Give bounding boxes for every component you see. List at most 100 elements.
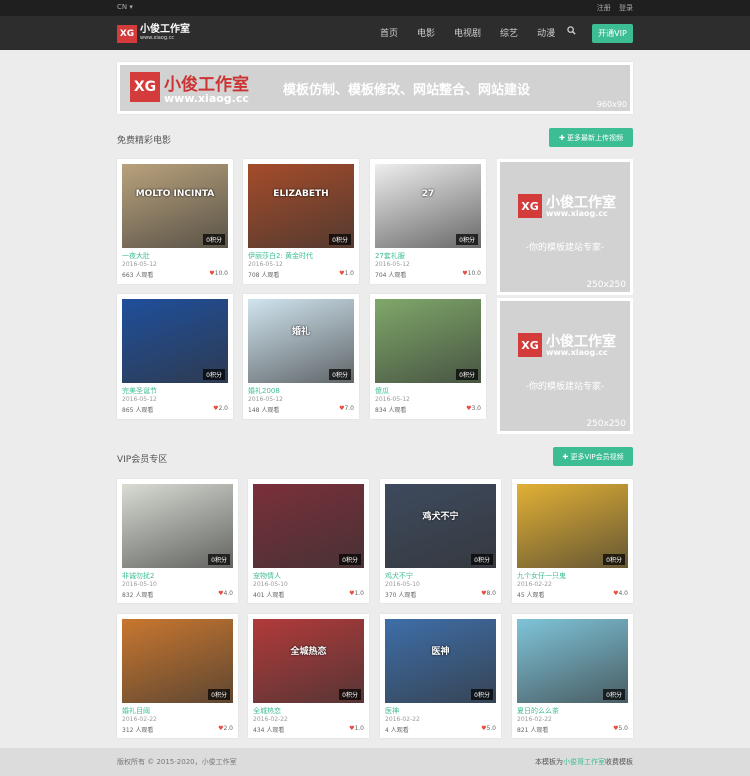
movie-title[interactable]: 宠物情人 xyxy=(253,571,281,581)
points-badge: 0积分 xyxy=(603,554,625,565)
movie-card[interactable]: 0积分 傻瓜 2016-05-12 834 人观看 ♥3.0 xyxy=(370,294,486,419)
movie-poster[interactable]: 0积分 xyxy=(122,619,233,703)
section-title-free: 免费精彩电影 xyxy=(117,136,172,146)
points-badge: 0积分 xyxy=(329,234,351,245)
movie-poster[interactable]: 0积分 xyxy=(517,619,628,703)
movie-title[interactable]: 全城热恋 xyxy=(253,706,281,716)
movie-title[interactable]: 非诚勿扰2 xyxy=(122,571,154,581)
movie-date: 2016-05-10 xyxy=(253,581,288,588)
footer-credit-link[interactable]: 小俊哥工作室 xyxy=(563,758,605,766)
register-link[interactable]: 注册 xyxy=(597,4,611,12)
side-ad-2[interactable]: XG 小俊工作室 www.xiaog.cc -你的模板建站专家- 250x250 xyxy=(497,298,633,434)
movie-title[interactable]: 完美圣诞节 xyxy=(122,386,157,396)
movie-title[interactable]: 婚礼2008 xyxy=(248,386,280,396)
movie-rating: ♥7.0 xyxy=(339,405,354,412)
movie-title[interactable]: 夏日的么么茶 xyxy=(517,706,559,716)
section-title-vip: VIP会员专区 xyxy=(117,455,168,465)
nav-tv[interactable]: 电视剧 xyxy=(454,26,481,39)
movie-views: 434 人观看 xyxy=(253,727,285,734)
movie-rating: ♥1.0 xyxy=(349,590,364,597)
login-link[interactable]: 登录 xyxy=(619,4,633,12)
movie-rating: ♥1.0 xyxy=(349,725,364,732)
movie-card[interactable]: 0积分 完美圣诞节 2016-05-12 865 人观看 ♥2.0 xyxy=(117,294,233,419)
movie-poster[interactable]: 0积分 xyxy=(122,299,228,383)
nav-movies[interactable]: 电影 xyxy=(417,26,435,39)
movie-date: 2016-02-22 xyxy=(517,716,552,723)
movie-card[interactable]: 婚礼 0积分 婚礼2008 2016-05-12 148 人观看 ♥7.0 xyxy=(243,294,359,419)
movie-views: 704 人观看 xyxy=(375,272,407,279)
movie-rating: ♥4.0 xyxy=(218,590,233,597)
movie-card[interactable]: 0积分 夏日的么么茶 2016-02-22 821 人观看 ♥5.0 xyxy=(512,614,633,738)
footer-credit: 本模板为小俊哥工作室收费模板 xyxy=(535,758,633,766)
ad-url: www.xiaog.cc xyxy=(546,209,608,218)
movie-card[interactable]: ELIZABETH 0积分 伊丽莎白2: 黄金时代 2016-05-12 708 人观看… xyxy=(243,159,359,284)
movie-card[interactable]: 0积分 九个女仔一只鬼 2016-02-22 45 人观看 ♥4.0 xyxy=(512,479,633,603)
logo-mark: XG xyxy=(117,25,137,43)
movie-title[interactable]: 鸡犬不宁 xyxy=(385,571,413,581)
points-badge: 0积分 xyxy=(203,369,225,380)
nav-links: 首页 电影 电视剧 综艺 动漫 xyxy=(380,26,574,39)
language-selector[interactable]: CN ▾ xyxy=(117,3,133,11)
points-badge: 0积分 xyxy=(456,234,478,245)
movie-title[interactable]: 27套礼服 xyxy=(375,251,405,261)
movie-date: 2016-05-10 xyxy=(385,581,420,588)
movie-title[interactable]: 伊丽莎白2: 黄金时代 xyxy=(248,251,313,261)
movie-title[interactable]: 医神 xyxy=(385,706,399,716)
movie-poster[interactable]: 27 0积分 xyxy=(375,164,481,248)
banner-url: www.xiaog.cc xyxy=(164,92,249,105)
movie-date: 2016-05-12 xyxy=(248,261,283,268)
movie-poster[interactable]: MOLTO INCINTA 0积分 xyxy=(122,164,228,248)
movie-date: 2016-02-22 xyxy=(122,716,157,723)
nav-variety[interactable]: 综艺 xyxy=(500,26,518,39)
banner-logo-mark: XG xyxy=(130,72,160,102)
points-badge: 0积分 xyxy=(339,554,361,565)
movie-poster[interactable]: 全城热恋 0积分 xyxy=(253,619,364,703)
movie-title[interactable]: 婚礼目阈 xyxy=(122,706,150,716)
movie-poster[interactable]: 0积分 xyxy=(122,484,233,568)
movie-card[interactable]: 0积分 非诚勿扰2 2016-05-10 832 人观看 ♥4.0 xyxy=(117,479,238,603)
movie-poster[interactable]: 医神 0积分 xyxy=(385,619,496,703)
movie-views: 312 人观看 xyxy=(122,727,154,734)
poster-title: 27 xyxy=(421,189,435,200)
movie-title[interactable]: 一夜大肚 xyxy=(122,251,150,261)
movie-poster[interactable]: 0积分 xyxy=(517,484,628,568)
side-ad-1[interactable]: XG 小俊工作室 www.xiaog.cc -你的模板建站专家- 250x250 xyxy=(497,159,633,295)
movie-poster[interactable]: 鸡犬不宁 0积分 xyxy=(385,484,496,568)
poster-title: 婚礼 xyxy=(291,327,310,338)
movie-views: 45 人观看 xyxy=(517,592,545,599)
points-badge: 0积分 xyxy=(208,689,230,700)
movie-card[interactable]: 0积分 宠物情人 2016-05-10 401 人观看 ♥1.0 xyxy=(248,479,369,603)
movie-title[interactable]: 傻瓜 xyxy=(375,386,389,396)
movie-date: 2016-05-12 xyxy=(122,261,157,268)
movie-card[interactable]: 0积分 婚礼目阈 2016-02-22 312 人观看 ♥2.0 xyxy=(117,614,238,738)
movie-rating: ♥5.0 xyxy=(613,725,628,732)
movie-poster[interactable]: ELIZABETH 0积分 xyxy=(248,164,354,248)
movie-date: 2016-05-12 xyxy=(375,396,410,403)
movie-card[interactable]: 鸡犬不宁 0积分 鸡犬不宁 2016-05-10 370 人观看 ♥8.0 xyxy=(380,479,501,603)
movie-poster[interactable]: 0积分 xyxy=(375,299,481,383)
movie-card[interactable]: MOLTO INCINTA 0积分 一夜大肚 2016-05-12 663 人观看 ♥10… xyxy=(117,159,233,284)
more-uploads-button[interactable]: ✚ 更多最新上传视频 xyxy=(549,128,633,147)
movie-title[interactable]: 九个女仔一只鬼 xyxy=(517,571,566,581)
more-vip-button[interactable]: ✚ 更多VIP会员视频 xyxy=(553,447,633,466)
points-badge: 0积分 xyxy=(339,689,361,700)
open-vip-button[interactable]: 开通VIP xyxy=(592,24,633,43)
site-logo[interactable]: XG 小俊工作室 www.xiaog.cc xyxy=(117,25,190,43)
points-badge: 0积分 xyxy=(471,554,493,565)
poster-title: 鸡犬不宁 xyxy=(422,512,459,523)
movie-card[interactable]: 全城热恋 0积分全城热恋 2016-02-22 434 人观看 ♥1.0 xyxy=(248,614,369,738)
top-ad-banner[interactable]: XG 小俊工作室 www.xiaog.cc 模板仿制、模板修改、网站整合、网站建… xyxy=(117,62,633,114)
movie-poster[interactable]: 婚礼 0积分 xyxy=(248,299,354,383)
nav-anime[interactable]: 动漫 xyxy=(537,26,555,39)
movie-poster[interactable]: 0积分 xyxy=(253,484,364,568)
movie-card[interactable]: 医神 0积分 医神 2016-02-22 4 人观看 ♥5.0 xyxy=(380,614,501,738)
logo-url: www.xiaog.cc xyxy=(140,35,175,41)
movie-card[interactable]: 27 0积分 27套礼服 2016-05-12 704 人观看 ♥10.0 xyxy=(370,159,486,284)
ad-size: 250x250 xyxy=(586,419,626,429)
search-icon[interactable] xyxy=(567,26,576,38)
movie-date: 2016-02-22 xyxy=(253,716,288,723)
movie-rating: ♥3.0 xyxy=(466,405,481,412)
nav-home[interactable]: 首页 xyxy=(380,26,398,39)
top-bar: CN ▾ 注册 登录 xyxy=(0,0,750,16)
banner-size: 960x90 xyxy=(596,100,627,109)
